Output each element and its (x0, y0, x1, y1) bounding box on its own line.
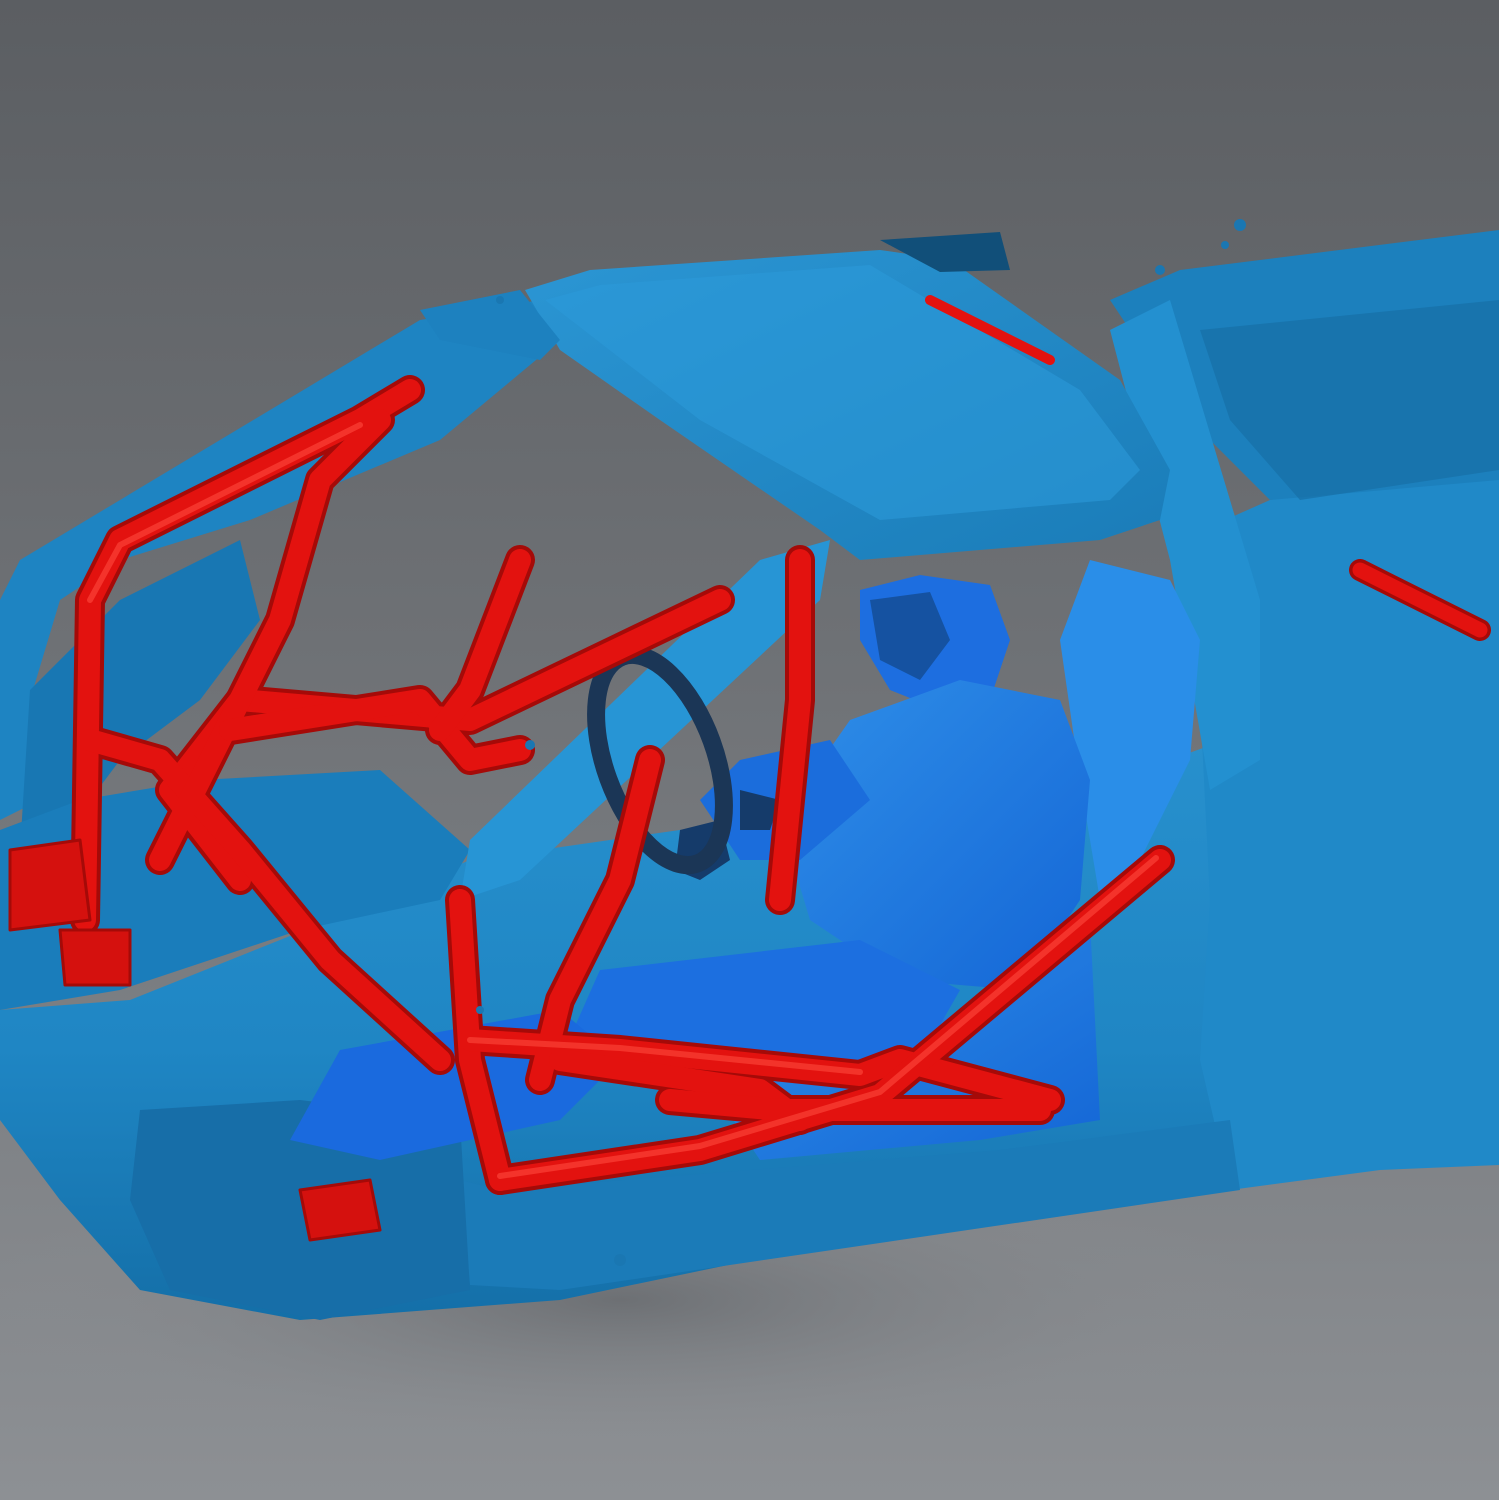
scan-render-canvas[interactable] (0, 0, 1499, 1500)
3d-scan-viewport[interactable] (0, 0, 1499, 1500)
